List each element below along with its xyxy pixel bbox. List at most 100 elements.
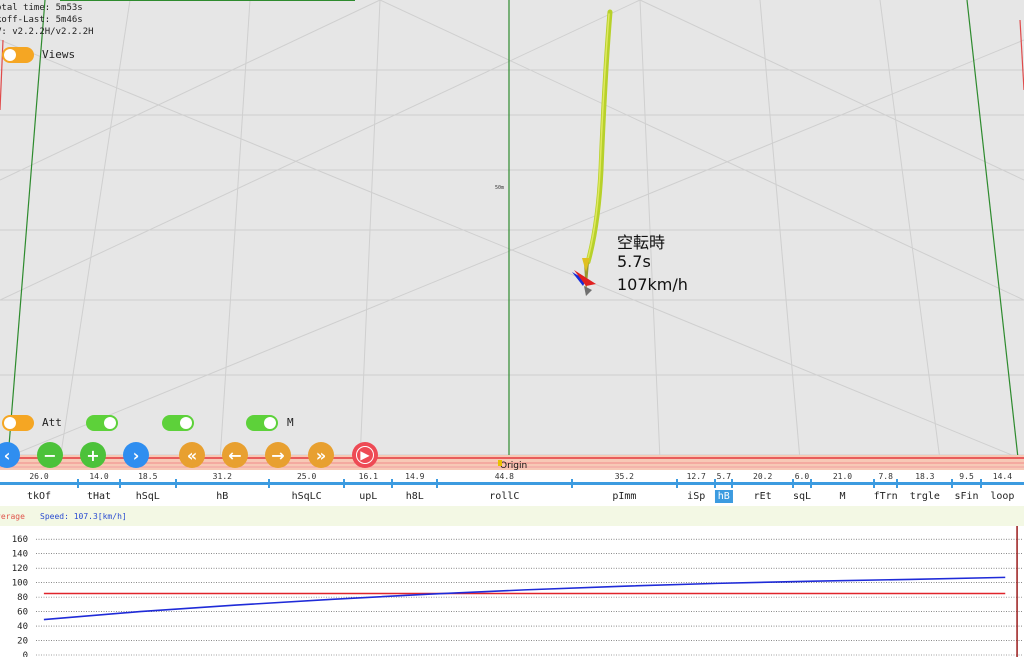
origin-marker (498, 460, 502, 466)
segment-label[interactable]: M (836, 490, 848, 503)
version-text: V: v2.2.2H/v2.2.2H (0, 27, 94, 37)
speed-line (43, 576, 1006, 621)
fast-forward-button[interactable]: » (308, 442, 334, 468)
segment-duration: 25.0 (296, 472, 317, 481)
toggle-2[interactable] (86, 415, 118, 431)
segment-label[interactable]: upL (356, 490, 380, 503)
segment-divider (174, 479, 177, 488)
views-toggle[interactable] (2, 47, 34, 63)
m-label: M (287, 416, 294, 429)
y-tick-label: 60 (17, 608, 28, 618)
segment-label[interactable]: tHat (84, 490, 114, 503)
segment-label[interactable]: pImm (609, 490, 639, 503)
rewind-button[interactable]: « (179, 442, 205, 468)
play-circle-icon: ▶ (356, 446, 374, 464)
minus-icon: − (43, 445, 57, 465)
segment-divider (570, 479, 573, 488)
segment-label[interactable]: h8L (403, 490, 427, 503)
play-button[interactable]: ▶ (352, 442, 378, 468)
segment-divider (343, 479, 346, 488)
toggle-3[interactable] (162, 415, 194, 431)
segment-divider (872, 479, 875, 488)
segment-duration: 31.2 (212, 472, 232, 481)
total-time-text: otal time: 5m53s (0, 3, 83, 13)
y-tick-label: 120 (12, 564, 28, 574)
step-forward-button[interactable]: → (265, 442, 291, 468)
segment-duration: 18.5 (138, 472, 158, 481)
segment-duration: 12.7 (686, 472, 706, 481)
segment-divider (676, 479, 679, 488)
y-tick-label: 100 (12, 579, 28, 589)
segment-label[interactable]: tkOf (24, 490, 54, 503)
overlay-time: 5.7s (617, 252, 651, 271)
segment-label[interactable]: iSp (684, 490, 708, 503)
origin-label: Origin (500, 461, 527, 470)
segment-label[interactable]: sqL (790, 490, 814, 503)
segment-duration: 14.0 (89, 472, 109, 481)
chevron-right-icon: › (132, 445, 140, 465)
sequence-line (0, 482, 1024, 485)
segment-label[interactable]: rollC (486, 490, 522, 503)
segment-label[interactable]: hB (213, 490, 231, 503)
segment-divider (791, 479, 794, 488)
speed-chart[interactable]: 0 20 40 60 80 100 120 140 160 (0, 526, 1024, 657)
speed-legend: Speed: 107.3[km/h] (40, 512, 127, 521)
segment-label[interactable]: fTrn (871, 490, 901, 503)
segment-divider (436, 479, 439, 488)
segment-label[interactable]: loop (987, 490, 1017, 503)
average-legend: verage (0, 512, 25, 521)
segment-duration: 9.5 (959, 472, 974, 481)
segment-duration: 18.3 (915, 472, 935, 481)
segment-duration: 35.2 (614, 472, 634, 481)
segment-label[interactable]: sFin (951, 490, 981, 503)
m-toggle[interactable] (246, 415, 278, 431)
flight-3d-view[interactable]: 50m Origin (0, 0, 1024, 470)
segment-divider (979, 479, 982, 488)
y-tick-label: 0 (23, 651, 28, 657)
maneuver-sequence-bar[interactable]: 26.0 tkOf 14.0 tHat 18.5 hSqL 31.2 hB 25.0 hSqLC 1… (0, 470, 1024, 506)
att-label: Att (42, 416, 62, 429)
att-toggle[interactable] (2, 415, 34, 431)
segment-divider (77, 479, 79, 488)
segment-divider (391, 479, 394, 488)
arrow-left-icon: ← (228, 445, 242, 465)
y-tick-label: 20 (17, 637, 28, 647)
segment-duration: 20.2 (753, 472, 773, 481)
segment-duration: 6.0 (794, 472, 810, 481)
double-chevron-right-icon: » (315, 445, 327, 465)
segment-duration: 7.8 (878, 472, 893, 481)
double-chevron-left-icon: « (186, 445, 198, 465)
step-back-button[interactable]: ← (222, 442, 248, 468)
next-segment-button[interactable]: › (123, 442, 149, 468)
segment-duration: 14.9 (405, 472, 425, 481)
segment-divider (951, 479, 954, 488)
segment-label[interactable]: hSqL (133, 490, 163, 503)
segment-duration: 26.0 (29, 472, 49, 481)
segment-label[interactable]: rEt (751, 490, 775, 503)
segment-divider (119, 479, 121, 488)
segment-divider (809, 479, 812, 488)
views-label: Views (42, 48, 76, 61)
takeoff-last-text: koff-Last: 5m46s (0, 15, 83, 25)
segment-divider (268, 479, 271, 488)
overlay-state: 空転時 (617, 233, 666, 252)
segment-label[interactable]: hSqLC (289, 490, 325, 503)
segment-label[interactable]: trgle (907, 490, 943, 503)
y-tick-label: 80 (17, 593, 28, 603)
plus-icon: + (86, 445, 100, 465)
grid-distance-label: 50m (495, 185, 504, 191)
segment-divider (731, 479, 734, 488)
overlay-speed: 107km/h (617, 275, 688, 294)
segment-duration: 5.7 (716, 472, 732, 481)
segment-label[interactable]: hB (714, 490, 733, 503)
y-tick-label: 40 (17, 622, 28, 632)
arrow-right-icon: → (271, 445, 285, 465)
y-tick-label: 160 (12, 535, 28, 545)
zoom-in-button[interactable]: + (80, 442, 106, 468)
y-tick-label: 140 (12, 550, 28, 560)
segment-duration: 16.1 (358, 472, 378, 481)
segment-duration: 21.0 (832, 472, 853, 481)
zoom-out-button[interactable]: − (37, 442, 63, 468)
segment-divider (896, 479, 899, 488)
segment-duration: 44.8 (494, 472, 514, 481)
